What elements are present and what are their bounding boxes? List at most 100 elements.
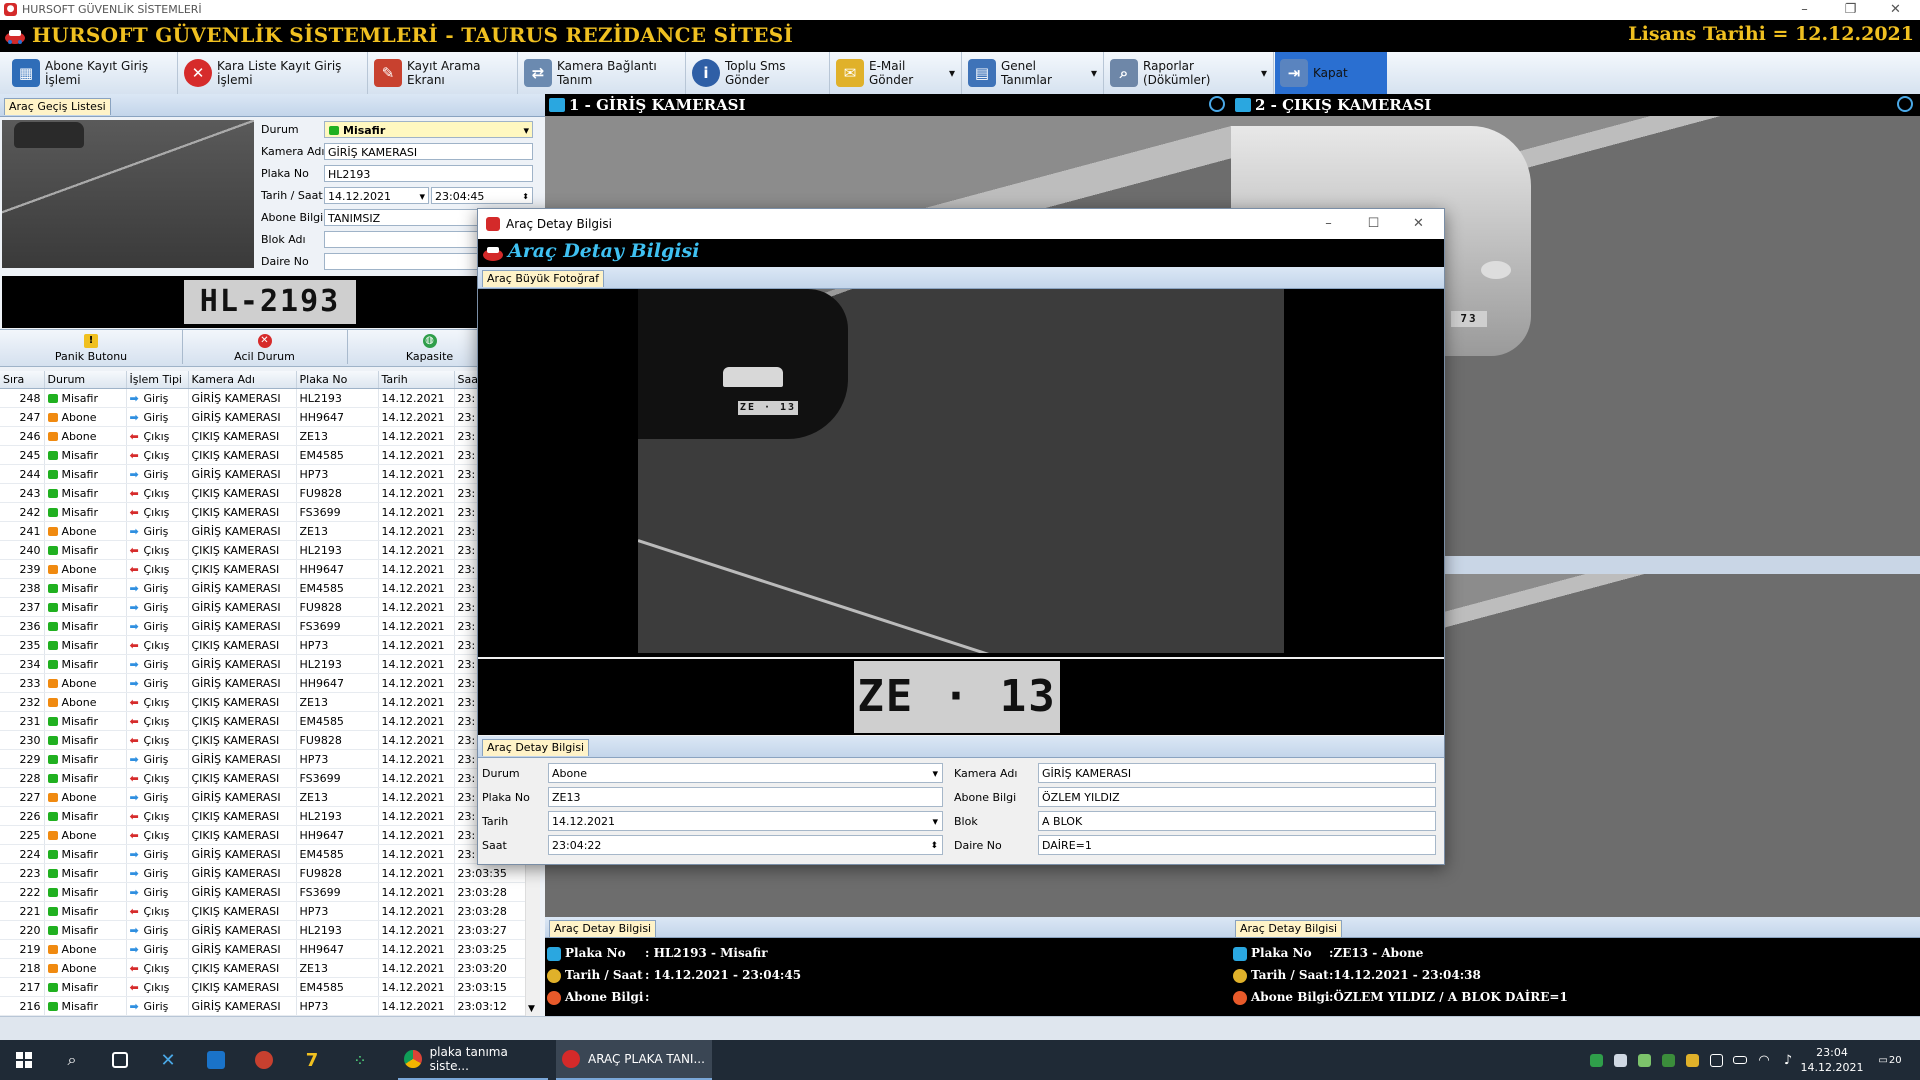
table-row[interactable]: 248 Misafir ➡ Giriş GİRİŞ KAMERASI HL2193 14.1… [0, 388, 540, 408]
table-row[interactable]: 226 Misafir ⬅ Çıkış ÇIKIŞ KAMERASI HL2193 14.1… [0, 806, 540, 826]
table-row[interactable]: 218 Abone ⬅ Çıkış ÇIKIŞ KAMERASI ZE13 14.12.20… [0, 958, 540, 978]
close-button[interactable]: ✕ [1873, 1, 1918, 19]
tray-icon-4[interactable] [1658, 1040, 1678, 1080]
dialog-close-button[interactable]: ✕ [1396, 215, 1441, 233]
table-row[interactable]: 233 Abone ➡ Giriş GİRİŞ KAMERASI HH9647 14.12.… [0, 673, 540, 693]
table-row[interactable]: 239 Abone ⬅ Çıkış ÇIKIŞ KAMERASI HH9647 14.12.… [0, 559, 540, 579]
table-row[interactable]: 228 Misafir ⬅ Çıkış ÇIKIŞ KAMERASI FS3699 14.1… [0, 768, 540, 788]
dots-icon[interactable]: ⁘ [344, 1040, 376, 1080]
tray-icon-2[interactable] [1610, 1040, 1630, 1080]
table-row[interactable]: 246 Abone ⬅ Çıkış ÇIKIŞ KAMERASI ZE13 14.12.20… [0, 426, 540, 446]
dialog-minimize-button[interactable]: – [1306, 215, 1351, 233]
dlg-plaka-field[interactable]: ZE13 [548, 787, 943, 807]
table-row[interactable]: 217 Misafir ⬅ Çıkış ÇIKIŞ KAMERASI EM4585 14.1… [0, 977, 540, 997]
dlg-durum-select[interactable]: Abone ▾ [548, 763, 943, 783]
table-row[interactable]: 244 Misafir ➡ Giriş GİRİŞ KAMERASI HP73 14.12.… [0, 464, 540, 484]
left-camera-thumb[interactable] [2, 120, 254, 268]
table-row[interactable]: 243 Misafir ⬅ Çıkış ÇIKIŞ KAMERASI FU9828 14.1… [0, 483, 540, 503]
table-row[interactable]: 222 Misafir ➡ Giriş GİRİŞ KAMERASI FS3699 14.1… [0, 882, 540, 902]
minimize-button[interactable]: – [1782, 1, 1827, 19]
table-row[interactable]: 245 Misafir ⬅ Çıkış ÇIKIŞ KAMERASI EM4585 14.1… [0, 445, 540, 465]
scroll-down-icon[interactable]: ▼ [528, 1004, 535, 1014]
column-header[interactable]: Tarih [378, 371, 455, 389]
dlg-blok-field[interactable]: A BLOK [1038, 811, 1436, 831]
kamera-field[interactable]: GİRİŞ KAMERASI [324, 143, 533, 160]
plaka-field[interactable]: HL2193 [324, 165, 533, 182]
taskbar-plaka-app[interactable]: ARAÇ PLAKA TANI... [556, 1040, 712, 1080]
acil-durum-button[interactable]: ✕ Acil Durum [182, 330, 348, 364]
table-row[interactable]: 240 Misafir ⬅ Çıkış ÇIKIŞ KAMERASI HL2193 14.1… [0, 540, 540, 560]
table-row[interactable]: 241 Abone ➡ Giriş GİRİŞ KAMERASI ZE13 14.12.20… [0, 521, 540, 541]
tab-arac-detay-dialog[interactable]: Araç Detay Bilgisi [482, 739, 590, 756]
maximize-button[interactable]: ❐ [1828, 1, 1873, 19]
app-red-icon[interactable] [248, 1040, 280, 1080]
tray-icon-6[interactable] [1706, 1040, 1726, 1080]
table-row[interactable]: 220 Misafir ➡ Giriş GİRİŞ KAMERASI HL2193 14.1… [0, 920, 540, 940]
table-row[interactable]: 230 Misafir ⬅ Çıkış ÇIKIŞ KAMERASI FU9828 14.1… [0, 730, 540, 750]
column-header[interactable]: Kamera Adı [188, 371, 297, 389]
tray-icon-5[interactable] [1682, 1040, 1702, 1080]
email-gonder-button[interactable]: ✉ E-Mail Gönder ▾ [830, 52, 962, 94]
table-row[interactable]: 232 Abone ⬅ Çıkış ÇIKIŞ KAMERASI ZE13 14.12.20… [0, 692, 540, 712]
start-button[interactable] [8, 1040, 40, 1080]
notification-icon[interactable]: ▭ 20 [1870, 1040, 1910, 1080]
table-row[interactable]: 235 Misafir ⬅ Çıkış ÇIKIŞ KAMERASI HP73 14.12.… [0, 635, 540, 655]
table-row[interactable]: 229 Misafir ➡ Giriş GİRİŞ KAMERASI HP73 14.12.… [0, 749, 540, 769]
table-row[interactable]: 236 Misafir ➡ Giriş GİRİŞ KAMERASI FS3699 14.1… [0, 616, 540, 636]
dialog-maximize-button[interactable]: ☐ [1351, 215, 1396, 233]
table-row[interactable]: 238 Misafir ➡ Giriş GİRİŞ KAMERASI EM4585 14.1… [0, 578, 540, 598]
saat-field[interactable]: 23:04:45 ⬍ [431, 187, 533, 204]
tab-buyuk-fotograf[interactable]: Araç Büyük Fotoğraf [482, 270, 605, 287]
dlg-tarih-select[interactable]: 14.12.2021 ▾ [548, 811, 943, 831]
kapat-button[interactable]: ⇥ Kapat [1274, 52, 1384, 94]
tray-icon-3[interactable] [1634, 1040, 1654, 1080]
column-header[interactable]: İşlem Tipi [126, 371, 189, 389]
durum-select[interactable]: Misafir ▾ [324, 121, 533, 138]
genel-tanimlar-button[interactable]: ▤ Genel Tanımlar ▾ [962, 52, 1104, 94]
search-icon[interactable]: ⌕ [56, 1040, 88, 1080]
table-row[interactable]: 227 Abone ➡ Giriş GİRİŞ KAMERASI ZE13 14.12.20… [0, 787, 540, 807]
kayit-arama-button[interactable]: ✎ Kayıt Arama Ekranı [368, 52, 518, 94]
table-row[interactable]: 231 Misafir ⬅ Çıkış ÇIKIŞ KAMERASI EM4585 14.1… [0, 711, 540, 731]
kara-liste-button[interactable]: ✕ Kara Liste Kayıt Giriş İşlemi [178, 52, 368, 94]
dlg-kamera-field[interactable]: GİRİŞ KAMERASI [1038, 763, 1436, 783]
dlg-abone-field[interactable]: ÖZLEM YILDIZ [1038, 787, 1436, 807]
table-row[interactable]: 242 Misafir ⬅ Çıkış ÇIKIŞ KAMERASI FS3699 14.1… [0, 502, 540, 522]
column-header[interactable]: Plaka No [296, 371, 379, 389]
tab-arac-detay-1[interactable]: Araç Detay Bilgisi [549, 920, 657, 937]
dlg-saat-spin[interactable]: 23:04:22 ⬍ [548, 835, 943, 855]
raporlar-button[interactable]: ⌕ Raporlar (Dökümler) ▾ [1104, 52, 1274, 94]
table-row[interactable]: 219 Abone ➡ Giriş GİRİŞ KAMERASI HH9647 14.12.… [0, 939, 540, 959]
column-header[interactable]: Durum [44, 371, 127, 389]
column-header[interactable]: Sıra [0, 371, 45, 389]
abone-kayit-button[interactable]: ▦ Abone Kayıt Giriş İşlemi [6, 52, 178, 94]
zoom-icon[interactable] [1209, 96, 1225, 112]
wifi-icon[interactable]: ◠ [1754, 1040, 1774, 1080]
kamera-baglanti-button[interactable]: ⇄ Kamera Bağlantı Tanım [518, 52, 686, 94]
seven-icon[interactable]: 7 [296, 1040, 328, 1080]
tab-arac-detay-2[interactable]: Araç Detay Bilgisi [1235, 920, 1343, 937]
xamarin-icon[interactable]: ✕ [152, 1040, 184, 1080]
table-row[interactable]: 237 Misafir ➡ Giriş GİRİŞ KAMERASI FU9828 14.1… [0, 597, 540, 617]
zoom-icon[interactable] [1897, 96, 1913, 112]
table-row[interactable]: 234 Misafir ➡ Giriş GİRİŞ KAMERASI HL2193 14.1… [0, 654, 540, 674]
volume-icon[interactable]: ♪ [1778, 1040, 1798, 1080]
tray-icon-1[interactable] [1586, 1040, 1606, 1080]
toplu-sms-button[interactable]: i Toplu Sms Gönder [686, 52, 830, 94]
table-row[interactable]: 223 Misafir ➡ Giriş GİRİŞ KAMERASI FU9828 14.1… [0, 863, 540, 883]
taskbar-chrome[interactable]: plaka tanıma siste... [398, 1040, 548, 1080]
table-row[interactable]: 247 Abone ➡ Giriş GİRİŞ KAMERASI HH9647 14.12.… [0, 407, 540, 427]
table-row[interactable]: 224 Misafir ➡ Giriş GİRİŞ KAMERASI EM4585 14.1… [0, 844, 540, 864]
tab-arac-gecis-listesi[interactable]: Araç Geçiş Listesi [4, 98, 111, 115]
tarih-field[interactable]: 14.12.2021 ▾ [324, 187, 429, 204]
vehicle-photo[interactable]: ZE · 13 [638, 289, 1284, 653]
table-row[interactable]: 225 Abone ⬅ Çıkış ÇIKIŞ KAMERASI HH9647 14.12.… [0, 825, 540, 845]
outlook-icon[interactable] [200, 1040, 232, 1080]
battery-icon[interactable] [1730, 1040, 1750, 1080]
dlg-daire-field[interactable]: DAİRE=1 [1038, 835, 1436, 855]
task-view-icon[interactable] [104, 1040, 136, 1080]
clock[interactable]: 23:04 14.12.2021 [1801, 1040, 1864, 1080]
table-row[interactable]: 221 Misafir ⬅ Çıkış ÇIKIŞ KAMERASI HP73 14.12.… [0, 901, 540, 921]
panik-button[interactable]: ! Panik Butonu [0, 330, 183, 364]
table-row[interactable]: 216 Misafir ➡ Giriş GİRİŞ KAMERASI HP73 14.12.… [0, 996, 540, 1016]
